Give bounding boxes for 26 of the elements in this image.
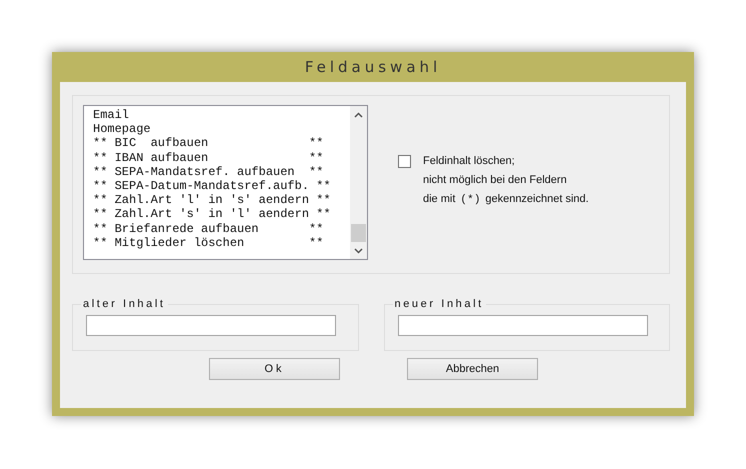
checkbox[interactable] [398,155,411,168]
list-item[interactable]: Email [93,108,350,122]
list-item[interactable]: ** Mitglieder löschen ** [93,236,350,250]
cancel-button[interactable]: Abbrechen [407,358,538,380]
scroll-down-icon[interactable] [354,246,363,255]
list-item[interactable]: ** Briefanrede aufbauen ** [93,222,350,236]
input-field[interactable] [398,315,648,336]
list-item[interactable]: ** IBAN aufbauen ** [93,150,350,165]
input-field[interactable] [86,315,336,336]
checkbox-label: Feldinhalt löschen; [423,155,516,167]
list-item[interactable]: ** BIC aufbauen ** [93,136,350,151]
scroll-up-icon[interactable] [354,111,363,120]
note-text: die mit ( * ) gekennzeichnet sind. [423,193,589,205]
list-item[interactable]: Homepage [93,122,350,136]
ok-button[interactable]: Ok [209,358,340,380]
list-item[interactable]: ** Zahl.Art 's' in 'l' aendern ** [93,207,350,222]
window-title: Feldauswahl [304,57,442,78]
note-text: nicht möglich bei den Feldern [423,174,568,186]
list-item[interactable]: ** SEPA-Mandatsref. aufbauen ** [93,164,350,180]
scroll-thumb[interactable] [351,224,366,242]
scrollbar[interactable] [350,106,367,259]
group-label: neuer Inhalt [394,298,485,310]
group-label: alter Inhalt [82,298,167,310]
field-list[interactable] [83,105,368,260]
list-item[interactable]: ** Zahl.Art 'l' in 's' aendern ** [93,193,350,208]
list-item[interactable]: ** SEPA-Datum-Mandatsref.aufb. ** [93,179,350,194]
